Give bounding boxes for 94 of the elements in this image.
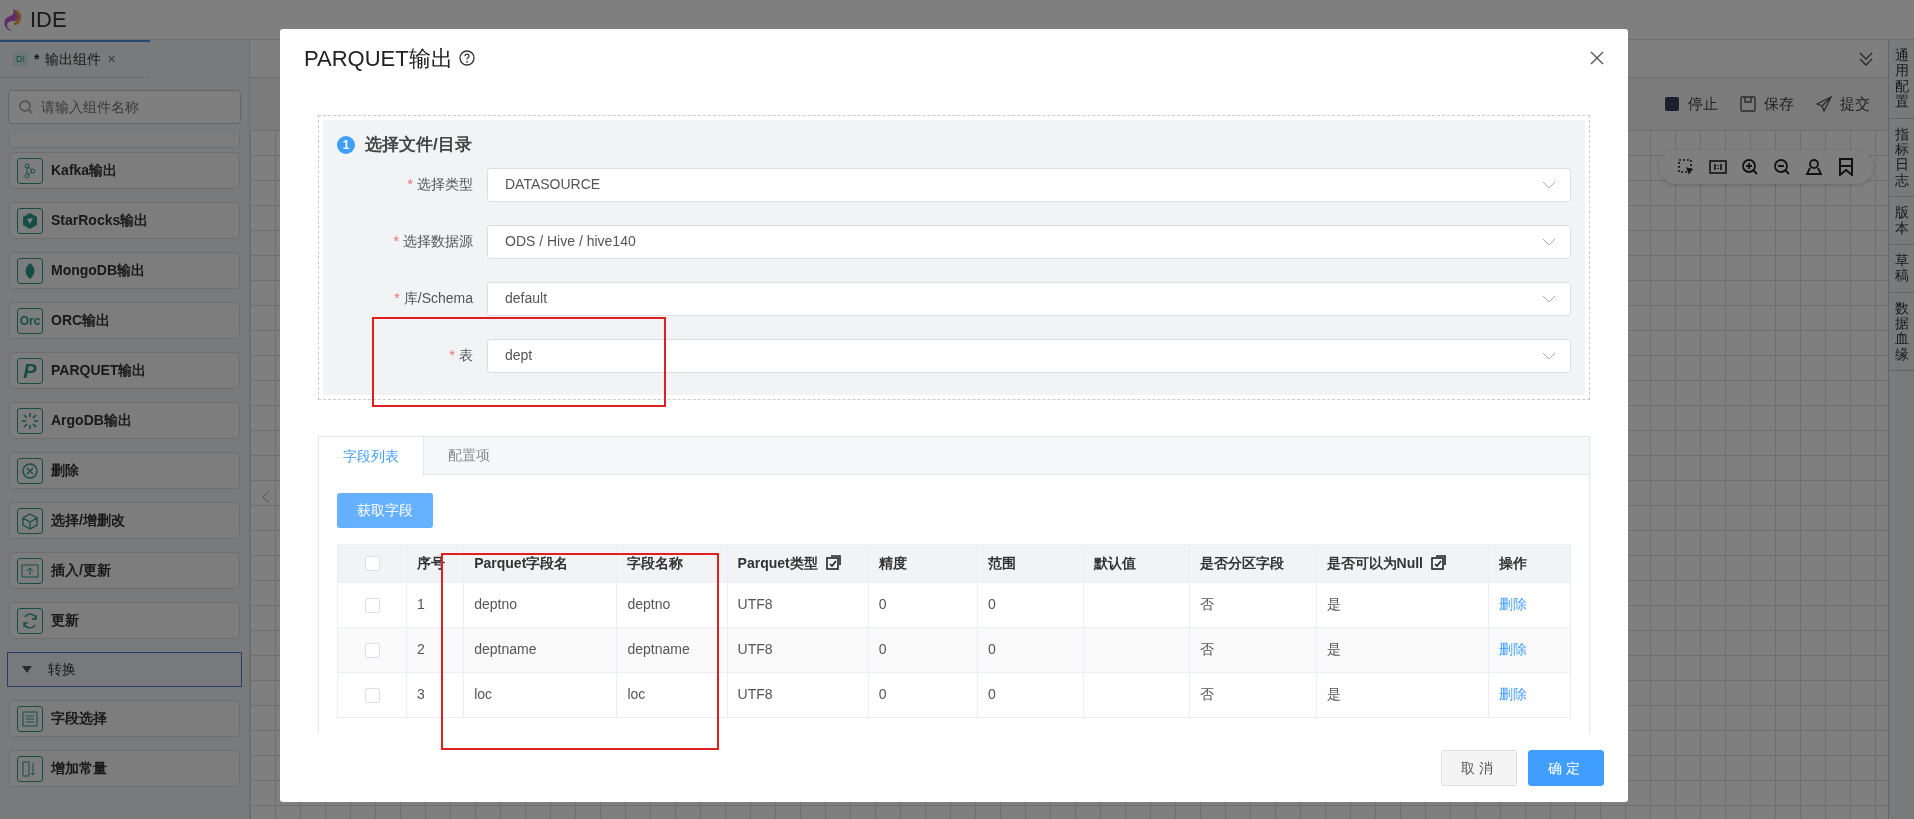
delete-link[interactable]: 删除 [1498, 686, 1527, 702]
cancel-button[interactable]: 取消 [1441, 750, 1517, 786]
component-item[interactable]: 字段选择 [9, 700, 240, 737]
table-cell: deptname [616, 627, 728, 672]
table-cell: 0 [868, 582, 978, 627]
component-icon: Orc [17, 307, 43, 334]
tab-label: 输出组件 [45, 50, 102, 69]
component-item[interactable]: 插入/更新 [9, 552, 240, 589]
editor-tab[interactable]: DI * 输出组件 × [0, 40, 150, 78]
component-label: 插入/更新 [51, 561, 111, 580]
select-field[interactable]: default [487, 281, 1571, 316]
table-cell: 是 [1316, 672, 1489, 717]
table-cell: 0 [977, 627, 1084, 672]
column-header: Parquet字段名 [463, 544, 617, 582]
component-label: ArgoDB输出 [51, 411, 132, 430]
component-label: 删除 [51, 461, 79, 480]
confirm-button[interactable]: 确定 [1528, 750, 1604, 786]
select-field[interactable]: DATASOURCE [487, 167, 1571, 202]
toolbar-button[interactable]: 提交 [1816, 92, 1870, 116]
step-number: 1 [337, 135, 355, 154]
field-label: * 选择类型 [406, 175, 474, 194]
table-cell: loc [463, 672, 617, 717]
column-header: Parquet类型 [727, 544, 869, 582]
toolbar-button[interactable]: 停止 [1664, 92, 1718, 116]
component-item[interactable]: Orc ORC输出 [9, 302, 240, 339]
component-icon: P [17, 357, 43, 384]
table-cell: 是 [1316, 627, 1489, 672]
component-item[interactable]: 删除 [9, 452, 240, 489]
table-cell: loc [616, 672, 728, 717]
section-title: 选择文件/目录 [365, 134, 472, 156]
select-field[interactable]: dept [487, 338, 1571, 373]
side-tab[interactable]: 通用配置 [1889, 40, 1914, 119]
field-label: * 表 [448, 346, 474, 365]
side-tab[interactable]: 草稿 [1889, 244, 1914, 293]
field-label: * 库/Schema [393, 289, 474, 308]
column-header: 是否可以为Null [1316, 544, 1489, 582]
table-cell: 否 [1189, 672, 1317, 717]
table-cell: deptno [463, 582, 617, 627]
component-label: 选择/增删改 [51, 511, 125, 530]
table-cell: 0 [868, 672, 978, 717]
dialog-title: PARQUET输出 [304, 44, 453, 73]
column-header: 是否分区字段 [1189, 544, 1317, 582]
component-label: 增加常量 [51, 759, 107, 778]
component-item[interactable]: 更新 [9, 602, 240, 639]
delete-link[interactable]: 删除 [1498, 641, 1527, 657]
component-label: PARQUET输出 [51, 361, 147, 380]
side-tab[interactable]: 指标日志 [1889, 118, 1914, 198]
component-item[interactable]: MongoDB输出 [9, 252, 240, 289]
fetch-fields-button[interactable]: 获取字段 [337, 492, 433, 528]
column-header: 默认值 [1083, 544, 1190, 582]
component-item[interactable]: 增加常量 [9, 750, 240, 787]
column-header: 操作 [1488, 544, 1571, 582]
table-cell: deptname [463, 627, 617, 672]
column-header: 字段名称 [616, 544, 728, 582]
component-item[interactable]: P PARQUET输出 [9, 352, 240, 389]
table-cell: 0 [868, 627, 978, 672]
component-label: StarRocks输出 [51, 211, 149, 230]
delete-link[interactable]: 删除 [1498, 596, 1527, 612]
component-label: 更新 [51, 611, 79, 630]
table-cell: UTF8 [727, 627, 869, 672]
modified-mark: * [34, 50, 40, 69]
component-label: MongoDB输出 [51, 261, 146, 280]
column-header: 范围 [977, 544, 1084, 582]
table-cell: 3 [406, 672, 464, 717]
table-cell: 0 [977, 672, 1084, 717]
table-cell: 1 [406, 582, 464, 627]
component-item[interactable]: Kafka输出 [9, 152, 240, 189]
select-field[interactable]: ODS / Hive / hive140 [487, 224, 1571, 259]
table-cell: 0 [977, 582, 1084, 627]
table-cell: deptno [616, 582, 728, 627]
component-item[interactable]: 选择/增删改 [9, 502, 240, 539]
component-item[interactable]: ArgoDB输出 [9, 402, 240, 439]
table-cell: 是 [1316, 582, 1489, 627]
component-label: Kafka输出 [51, 161, 118, 180]
component-label: ORC输出 [51, 311, 111, 330]
table-cell: 否 [1189, 627, 1317, 672]
app-title: IDE [30, 6, 67, 34]
component-label: 字段选择 [51, 709, 107, 728]
table-cell: 否 [1189, 582, 1317, 627]
tab[interactable]: 字段列表 [319, 436, 424, 476]
column-header: 精度 [868, 544, 978, 582]
tab-badge: DI [13, 51, 28, 68]
field-label: * 选择数据源 [392, 232, 474, 251]
side-tab[interactable]: 数据血缘 [1889, 292, 1914, 372]
category-header[interactable]: 转换 [7, 652, 242, 687]
table-cell: UTF8 [727, 582, 869, 627]
toolbar-button[interactable]: 保存 [1740, 92, 1794, 116]
close-icon[interactable]: × [107, 49, 116, 70]
category-label: 转换 [48, 660, 76, 679]
component-item[interactable]: StarRocks输出 [9, 202, 240, 239]
side-tab[interactable]: 版本 [1889, 197, 1914, 245]
tab[interactable]: 配置项 [424, 436, 515, 475]
table-cell: UTF8 [727, 672, 869, 717]
search-field[interactable]: 请输入组件名称 [8, 90, 241, 124]
